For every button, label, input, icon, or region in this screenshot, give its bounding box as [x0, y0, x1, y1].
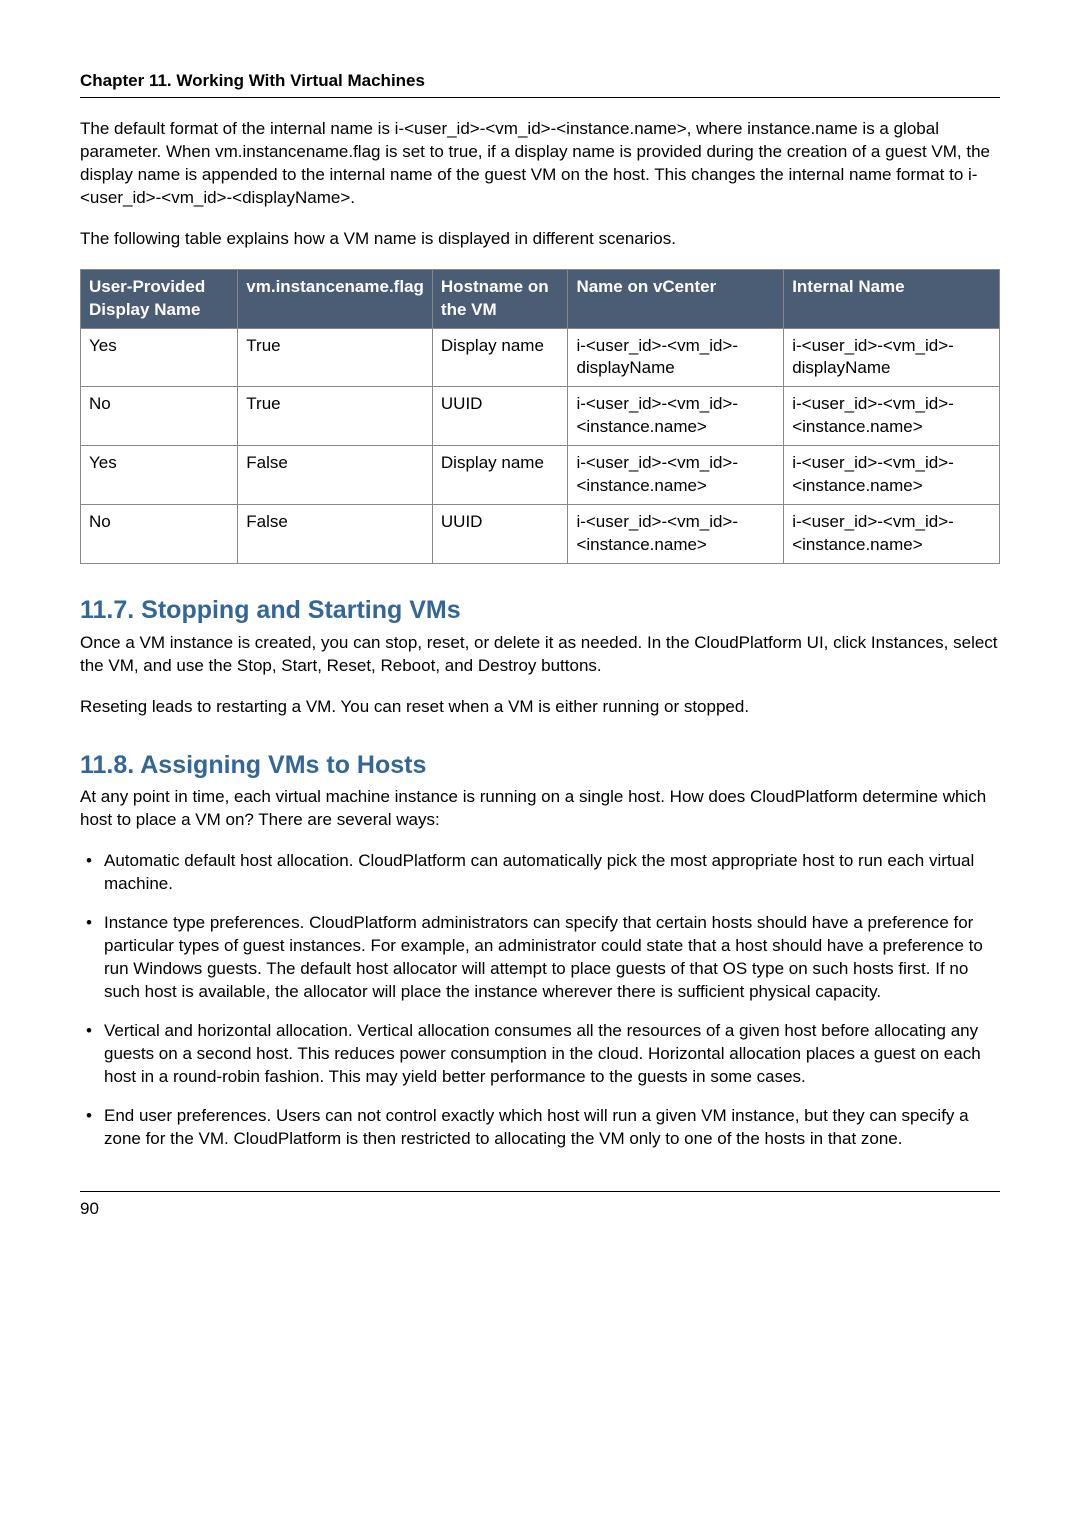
cell: i-<user_id>-<vm_id>-<instance.name> [568, 446, 784, 505]
col-header-hostname: Hostname on the VM [432, 269, 568, 328]
cell: Display name [432, 446, 568, 505]
page-footer: 90 [80, 1191, 1000, 1221]
cell: i-<user_id>-<vm_id>-<instance.name> [784, 505, 1000, 564]
cell: No [81, 505, 238, 564]
list-item: Automatic default host allocation. Cloud… [80, 850, 1000, 896]
intro-paragraph-2: The following table explains how a VM na… [80, 228, 1000, 251]
cell: i-<user_id>-<vm_id>-displayName [568, 328, 784, 387]
cell: i-<user_id>-<vm_id>-<instance.name> [784, 387, 1000, 446]
page-number: 90 [80, 1199, 99, 1218]
table-row: Yes False Display name i-<user_id>-<vm_i… [81, 446, 1000, 505]
list-item: Instance type preferences. CloudPlatform… [80, 912, 1000, 1004]
col-header-internal-name: Internal Name [784, 269, 1000, 328]
table-row: No True UUID i-<user_id>-<vm_id>-<instan… [81, 387, 1000, 446]
list-item: Vertical and horizontal allocation. Vert… [80, 1020, 1000, 1089]
table-header-row: User-Provided Display Name vm.instancena… [81, 269, 1000, 328]
vm-name-table: User-Provided Display Name vm.instancena… [80, 269, 1000, 564]
cell: Yes [81, 328, 238, 387]
section-11-7-title: 11.7. Stopping and Starting VMs [80, 594, 1000, 628]
list-item: End user preferences. Users can not cont… [80, 1105, 1000, 1151]
table-row: Yes True Display name i-<user_id>-<vm_id… [81, 328, 1000, 387]
col-header-display-name: User-Provided Display Name [81, 269, 238, 328]
cell: Yes [81, 446, 238, 505]
section-11-8-bullets: Automatic default host allocation. Cloud… [80, 850, 1000, 1150]
section-11-7-p2: Reseting leads to restarting a VM. You c… [80, 696, 1000, 719]
section-11-8-p1: At any point in time, each virtual machi… [80, 786, 1000, 832]
cell: UUID [432, 505, 568, 564]
col-header-name-vcenter: Name on vCenter [568, 269, 784, 328]
cell: i-<user_id>-<vm_id>-<instance.name> [568, 387, 784, 446]
cell: i-<user_id>-<vm_id>-<instance.name> [568, 505, 784, 564]
cell: True [238, 328, 433, 387]
intro-paragraph-1: The default format of the internal name … [80, 118, 1000, 210]
section-11-8-title: 11.8. Assigning VMs to Hosts [80, 749, 1000, 783]
col-header-instancename-flag: vm.instancename.flag [238, 269, 433, 328]
cell: False [238, 446, 433, 505]
chapter-header: Chapter 11. Working With Virtual Machine… [80, 70, 1000, 98]
section-11-7-p1: Once a VM instance is created, you can s… [80, 632, 1000, 678]
cell: Display name [432, 328, 568, 387]
cell: No [81, 387, 238, 446]
cell: UUID [432, 387, 568, 446]
cell: i-<user_id>-<vm_id>-<instance.name> [784, 446, 1000, 505]
table-row: No False UUID i-<user_id>-<vm_id>-<insta… [81, 505, 1000, 564]
cell: False [238, 505, 433, 564]
cell: i-<user_id>-<vm_id>-displayName [784, 328, 1000, 387]
cell: True [238, 387, 433, 446]
